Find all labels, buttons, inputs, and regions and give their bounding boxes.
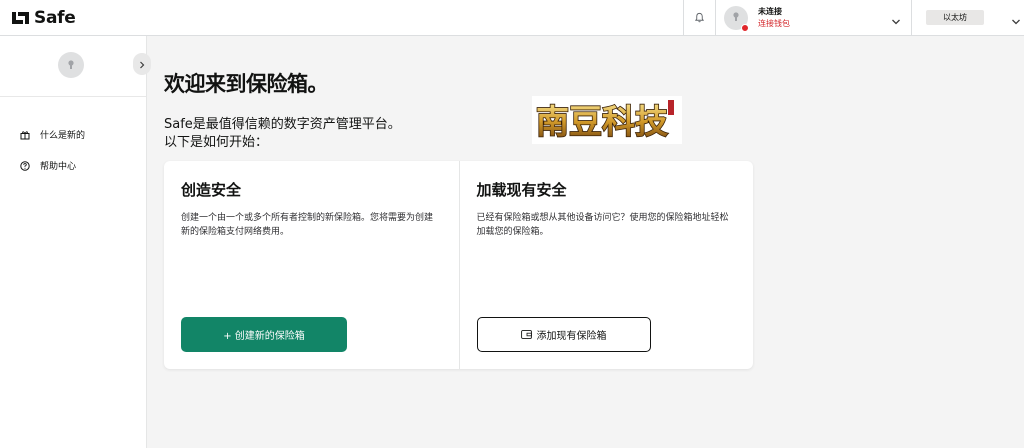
sidebar-item-whats-new[interactable]: 什么是新的 bbox=[0, 119, 146, 150]
notifications-button[interactable] bbox=[683, 0, 715, 36]
get-started-card: 创造安全 创建一个由一个或多个所有者控制的新保险箱。您将需要为创建新的保险箱支付… bbox=[164, 161, 753, 369]
sidebar-item-help-center[interactable]: 帮助中心 bbox=[0, 150, 146, 181]
top-header: Safe 未连接 连接钱包 以太坊 bbox=[0, 0, 1024, 36]
sidebar: 什么是新的 帮助中心 bbox=[0, 36, 151, 448]
keyhole-icon bbox=[731, 8, 741, 27]
sidebar-item-label: 帮助中心 bbox=[40, 162, 77, 172]
intro-text-line2: 以下是如何开始： bbox=[164, 135, 269, 150]
create-safe-title: 创造安全 bbox=[181, 181, 242, 199]
safe-logo[interactable]: Safe bbox=[12, 0, 76, 36]
sidebar-nav: 什么是新的 帮助中心 bbox=[0, 97, 146, 181]
load-safe-description: 已经有保险箱或想从其他设备访问它？使用您的保险箱地址轻松加载您的保险箱。 bbox=[476, 213, 729, 237]
chevron-down-icon bbox=[891, 12, 901, 31]
help-circle-icon bbox=[19, 160, 31, 172]
chevron-right-icon bbox=[138, 55, 146, 74]
intro-text-line1: Safe是最值得信赖的数字资产管理平台。 bbox=[164, 117, 401, 132]
safe-avatar bbox=[58, 52, 84, 78]
sidebar-item-label: 什么是新的 bbox=[40, 131, 86, 141]
network-selector[interactable]: 以太坊 bbox=[911, 0, 1024, 36]
create-safe-description: 创建一个由一个或多个所有者控制的新保险箱。您将需要为创建新的保险箱支付网络费用。 bbox=[181, 213, 434, 237]
gift-icon bbox=[19, 129, 31, 141]
create-new-safe-button[interactable]: + 创建新的保险箱 bbox=[181, 317, 347, 352]
disconnected-status-dot bbox=[741, 23, 749, 32]
wallet-connect-button[interactable]: 未连接 连接钱包 bbox=[715, 0, 911, 36]
sidebar-toggle-button[interactable] bbox=[133, 53, 151, 75]
page-title: 欢迎来到保险箱。 bbox=[164, 72, 329, 96]
wallet-status: 未连接 bbox=[758, 6, 782, 16]
chevron-down-icon bbox=[1011, 12, 1021, 31]
svg-text:南豆科技: 南豆科技 bbox=[536, 102, 668, 141]
brand-name: Safe bbox=[34, 7, 76, 28]
create-safe-panel: 创造安全 创建一个由一个或多个所有者控制的新保险箱。您将需要为创建新的保险箱支付… bbox=[164, 161, 459, 369]
load-safe-panel: 加载现有安全 已经有保险箱或想从其他设备访问它？使用您的保险箱地址轻松加载您的保… bbox=[458, 161, 754, 369]
bell-icon bbox=[694, 8, 705, 27]
watermark-logo: 南豆科技 bbox=[532, 96, 682, 144]
wallet-avatar bbox=[724, 5, 749, 32]
add-existing-safe-label: 添加现有保险箱 bbox=[536, 331, 607, 342]
keyhole-icon bbox=[66, 56, 76, 75]
wallet-icon bbox=[520, 330, 532, 339]
sidebar-safe-info bbox=[0, 36, 151, 97]
connect-wallet-label: 连接钱包 bbox=[758, 18, 790, 28]
wallet-text: 未连接 连接钱包 bbox=[758, 6, 790, 30]
network-label: 以太坊 bbox=[926, 10, 984, 25]
add-existing-safe-button[interactable]: 添加现有保险箱 bbox=[476, 317, 651, 352]
load-safe-title: 加载现有安全 bbox=[476, 181, 567, 199]
safe-logo-icon bbox=[12, 10, 30, 26]
